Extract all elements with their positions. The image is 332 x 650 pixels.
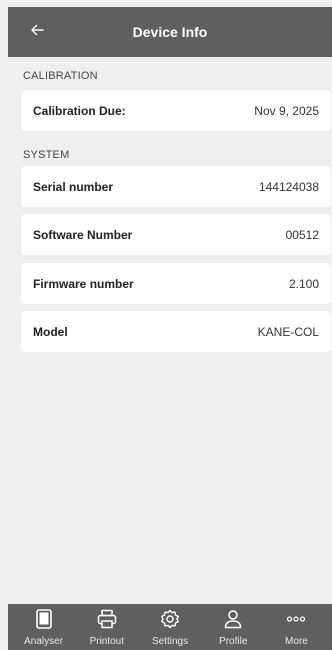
tab-label: Settings [151,636,189,647]
tab-settings[interactable]: Settings [138,604,201,650]
analyser-icon [33,608,55,630]
bottom-tab-bar: Analyser Printout Settings Profile More [8,604,332,650]
row-label: Model [33,324,68,339]
arrow-left-icon [29,22,45,43]
tab-analyser[interactable]: Analyser [12,604,75,650]
row-firmware-number[interactable]: Firmware number 2.100 [21,263,331,304]
printer-icon [96,608,118,630]
section-label-calibration: CALIBRATION [23,70,98,82]
user-icon [222,608,244,630]
app-header: Device Info [8,7,332,57]
gear-icon [159,608,181,630]
tab-label: More [285,636,308,647]
page-title: Device Info [132,24,208,40]
row-value: KANE-COL [257,324,319,339]
tab-label: Printout [89,636,125,647]
row-label: Serial number [33,179,114,194]
row-calibration-due[interactable]: Calibration Due: Nov 9, 2025 [21,90,331,131]
section-label-system: SYSTEM [23,149,70,161]
row-label: Firmware number [33,276,134,291]
tab-printout[interactable]: Printout [75,604,138,650]
row-serial-number[interactable]: Serial number 144124038 [21,166,331,207]
row-value: 2.100 [288,276,319,291]
tab-more[interactable]: More [265,604,328,650]
back-button[interactable] [24,19,50,45]
row-value: Nov 9, 2025 [254,103,319,118]
tab-label: Analyser [24,636,64,647]
more-icon [285,608,307,630]
row-software-number[interactable]: Software Number 00512 [21,214,331,255]
row-value: 00512 [285,227,319,242]
row-label: Calibration Due: [33,103,126,118]
row-model[interactable]: Model KANE-COL [21,311,331,352]
row-label: Software Number [33,227,133,242]
row-value: 144124038 [258,179,319,194]
tab-profile[interactable]: Profile [202,604,265,650]
tab-label: Profile [219,636,248,647]
